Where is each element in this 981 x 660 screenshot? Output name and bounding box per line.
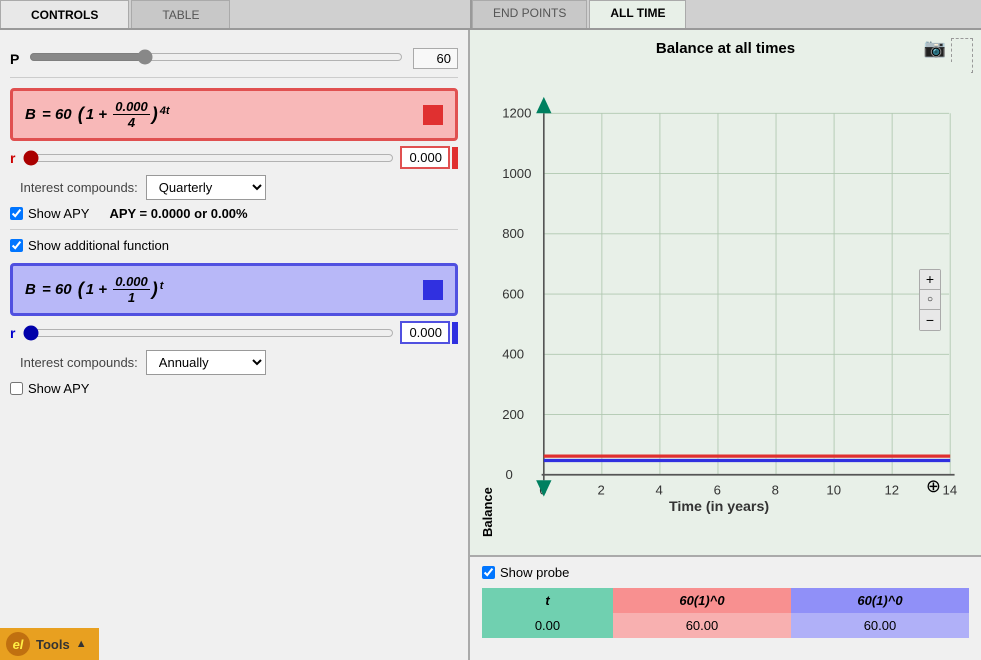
- probe-header-red: 60(1)^0: [613, 588, 791, 613]
- tab-table[interactable]: TABLE: [131, 0, 230, 28]
- show-apy-red-text: Show APY: [28, 206, 89, 221]
- red-formula-text: B = 60 ( 1 + 0.000 4 ) 4t: [25, 99, 170, 130]
- tools-logo: el: [6, 632, 30, 656]
- p-value-box: 60: [413, 48, 458, 69]
- camera-icon[interactable]: 📷: [924, 38, 946, 59]
- show-probe-text: Show probe: [500, 565, 569, 580]
- top-triangle[interactable]: [536, 97, 551, 113]
- r-slider-red[interactable]: [23, 150, 394, 166]
- compounds-row-red: Interest compounds: Daily Weekly Monthly…: [10, 175, 458, 200]
- tab-controls[interactable]: CONTROLS: [0, 0, 129, 28]
- y-axis-label: Balance: [480, 62, 495, 537]
- p-slider-container: [29, 49, 403, 68]
- show-apy-red-checkbox[interactable]: [10, 207, 23, 220]
- show-additional-checkbox[interactable]: [10, 239, 23, 252]
- red-color-square: [423, 105, 443, 125]
- probe-area: Show probe t 60(1)^0 60(1)^0 0.00: [470, 555, 981, 660]
- svg-text:1000: 1000: [502, 166, 531, 181]
- svg-text:400: 400: [502, 347, 524, 362]
- probe-table: t 60(1)^0 60(1)^0 0.00 60.00 60.00: [482, 588, 969, 638]
- additional-function-row: Show additional function: [10, 229, 458, 253]
- zoom-out-button[interactable]: −: [920, 310, 940, 330]
- probe-row: Show probe: [482, 565, 969, 580]
- main-container: CONTROLS TABLE END POINTS ALL TIME P 60 …: [0, 0, 981, 660]
- compounds-select-blue[interactable]: Daily Weekly Monthly Quarterly Annually …: [146, 350, 266, 375]
- show-apy-blue-text: Show APY: [28, 381, 89, 396]
- tab-all-time[interactable]: ALL TIME: [589, 0, 686, 28]
- zoom-reset-button[interactable]: ○: [920, 290, 940, 310]
- r-label-red: r: [10, 150, 15, 166]
- svg-text:10: 10: [826, 482, 841, 497]
- svg-text:2: 2: [597, 482, 604, 497]
- apy-row-red: Show APY APY = 0.0000 or 0.00%: [10, 206, 458, 221]
- show-apy-blue-checkbox[interactable]: [10, 382, 23, 395]
- tools-bar[interactable]: el Tools ▲: [0, 628, 99, 660]
- p-label: P: [10, 51, 19, 67]
- red-formula-box: B = 60 ( 1 + 0.000 4 ) 4t: [10, 88, 458, 141]
- graph-content: 0 200 400 600 800 1000 1200 0 2 4 6: [500, 62, 971, 537]
- r-blue-indicator: [452, 322, 458, 344]
- svg-text:14: 14: [943, 482, 958, 497]
- p-slider[interactable]: [29, 49, 403, 65]
- show-probe-label[interactable]: Show probe: [482, 565, 569, 580]
- svg-text:200: 200: [502, 407, 524, 422]
- svg-text:8: 8: [772, 482, 779, 497]
- svg-text:600: 600: [502, 286, 524, 301]
- compounds-label-blue: Interest compounds:: [20, 355, 138, 370]
- p-section: P 60: [10, 40, 458, 78]
- tab-end-points[interactable]: END POINTS: [472, 0, 587, 28]
- probe-cell-red: 60.00: [613, 613, 791, 638]
- zoom-controls: + ○ −: [919, 269, 941, 331]
- zoom-in-button[interactable]: +: [920, 270, 940, 290]
- r-label-blue: r: [10, 325, 15, 341]
- blue-formula-text: B = 60 ( 1 + 0.000 1 ) t: [25, 274, 163, 305]
- apy-value-red: APY = 0.0000 or 0.00%: [109, 206, 247, 221]
- show-additional-text: Show additional function: [28, 238, 169, 253]
- graph-svg[interactable]: 0 200 400 600 800 1000 1200 0 2 4 6: [500, 62, 971, 537]
- left-panel: P 60 B = 60 ( 1 + 0.000 4 ): [0, 30, 470, 660]
- svg-text:1200: 1200: [502, 106, 531, 121]
- r-row-red: r 0.000: [10, 146, 458, 169]
- graph-wrapper: Balance: [480, 62, 971, 537]
- svg-text:6: 6: [714, 482, 721, 497]
- probe-header-blue: 60(1)^0: [791, 588, 969, 613]
- graph-title: Balance at all times: [480, 40, 971, 57]
- svg-text:Time (in years): Time (in years): [669, 499, 769, 515]
- show-apy-blue-label[interactable]: Show APY: [10, 381, 89, 396]
- svg-text:12: 12: [884, 482, 899, 497]
- right-panel: Balance at all times 📷 Balance: [470, 30, 981, 660]
- r-slider-blue[interactable]: [23, 325, 394, 341]
- svg-text:4: 4: [656, 482, 663, 497]
- svg-text:800: 800: [502, 226, 524, 241]
- move-icon[interactable]: ⊕: [926, 476, 941, 497]
- tools-arrow: ▲: [76, 638, 87, 650]
- compounds-label-red: Interest compounds:: [20, 180, 138, 195]
- blue-color-square: [423, 280, 443, 300]
- show-apy-red-label[interactable]: Show APY: [10, 206, 89, 221]
- r-value-blue: 0.000: [400, 321, 450, 344]
- svg-text:0: 0: [505, 467, 512, 482]
- graph-area: Balance at all times 📷 Balance: [470, 30, 981, 555]
- tools-label: Tools: [36, 637, 70, 652]
- show-probe-checkbox[interactable]: [482, 566, 495, 579]
- r-red-indicator: [452, 147, 458, 169]
- compounds-select-red[interactable]: Daily Weekly Monthly Quarterly Annually …: [146, 175, 266, 200]
- compounds-row-blue: Interest compounds: Daily Weekly Monthly…: [10, 350, 458, 375]
- probe-cell-t: 0.00: [482, 613, 613, 638]
- probe-data-row: 0.00 60.00 60.00: [482, 613, 969, 638]
- show-additional-label[interactable]: Show additional function: [10, 238, 169, 253]
- probe-cell-blue: 60.00: [791, 613, 969, 638]
- blue-formula-box: B = 60 ( 1 + 0.000 1 ) t: [10, 263, 458, 316]
- probe-header-t: t: [482, 588, 613, 613]
- apy-row-blue: Show APY: [10, 381, 458, 396]
- r-value-red: 0.000: [400, 146, 450, 169]
- r-row-blue: r 0.000: [10, 321, 458, 344]
